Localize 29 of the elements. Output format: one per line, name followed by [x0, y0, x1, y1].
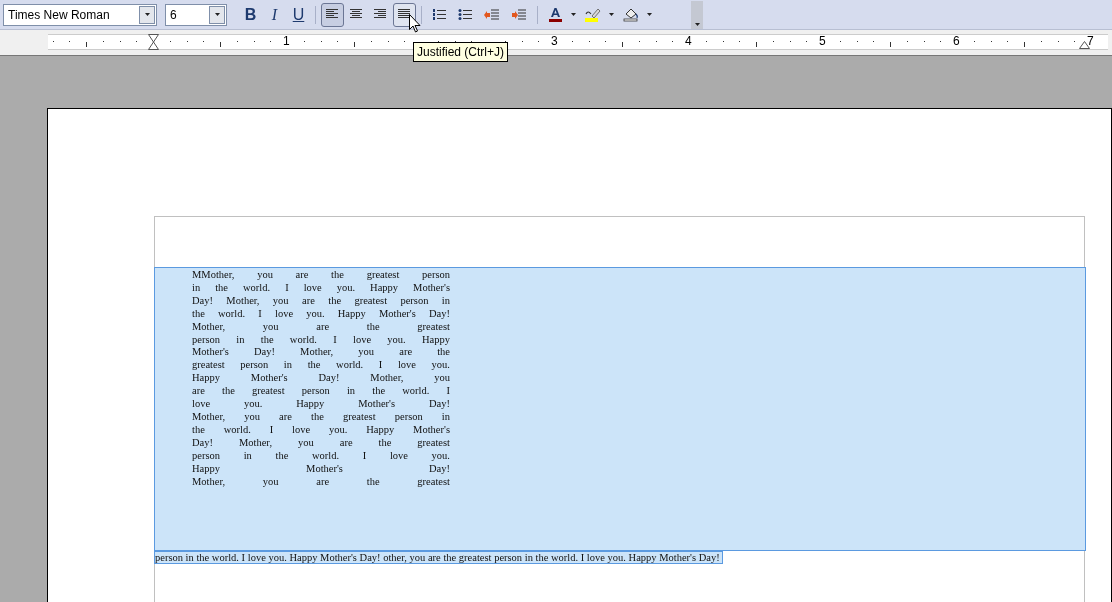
text-line: Happy Mother's Day! Mother, you	[192, 372, 450, 386]
ruler-number: 3	[551, 35, 558, 47]
text-line: Mother, you are the greatest	[192, 475, 450, 489]
text-line: are the greatest person in the world. I	[192, 385, 450, 399]
font-size-field[interactable]: 6	[165, 3, 227, 26]
text-line: the world. I love you. Happy Mother's	[192, 423, 450, 437]
ruler-number: 7	[1087, 35, 1094, 47]
text-line: Day! Mother, you are the greatest person in	[192, 294, 450, 308]
text-line: love you. Happy Mother's Day!	[192, 398, 450, 411]
text-line: Mother's Day! Mother, you are the	[192, 346, 450, 360]
tooltip: Justified (Ctrl+J)	[413, 42, 509, 62]
underline-button[interactable]: U	[287, 2, 310, 27]
text-line: MMother, you are the greatest person	[192, 269, 450, 282]
text-line: Mother, you are the greatest person in	[192, 410, 450, 424]
ruler-number: 6	[953, 35, 960, 47]
text-line: Day! Mother, you are the greatest	[192, 436, 450, 450]
font-name-field[interactable]: Times New Roman	[3, 3, 157, 26]
ruler-number: 5	[819, 35, 826, 47]
text-line: the world. I love you. Happy Mother's Day!	[192, 307, 450, 321]
text-line: Happy Mother's Day!	[192, 462, 450, 476]
text-line: person in the world. I love you.	[192, 449, 450, 463]
ruler-number: 4	[685, 35, 692, 47]
ruler-number: 1	[283, 35, 290, 47]
text-line: person in the world. I love you. Happy	[192, 333, 450, 347]
text-line: in the world. I love you. Happy Mother's	[192, 281, 450, 295]
text-line: greatest person in the world. I love you.	[192, 359, 450, 373]
italic-button[interactable]: I	[263, 2, 286, 27]
bold-button[interactable]: B	[239, 2, 262, 27]
text-line: Mother, you are the greatest	[192, 320, 450, 334]
